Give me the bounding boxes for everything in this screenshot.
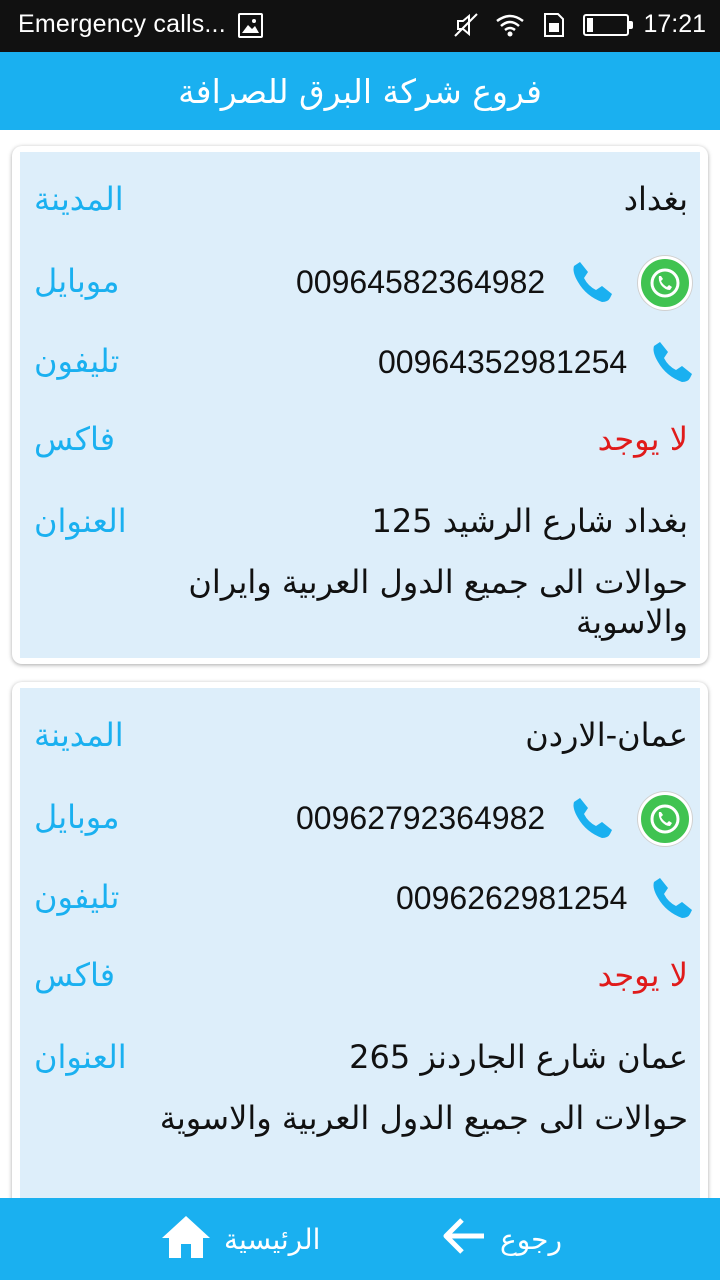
mobile-number[interactable]: 00964582364982 [296, 264, 545, 301]
phone-icon[interactable] [648, 874, 696, 922]
branch-card: المدينة بغداد موبايل 00964582364982 تليف… [12, 146, 708, 664]
phone-label: تليفون [34, 878, 120, 916]
phone-number[interactable]: 0096262981254 [396, 880, 627, 917]
phone-number[interactable]: 00964352981254 [378, 344, 627, 381]
branch-notes: حوالات الى جميع الدول العربية والاسوية [159, 1099, 688, 1137]
bottom-nav: رجوع الرئيسية [0, 1198, 720, 1280]
phone-label: تليفون [34, 342, 120, 380]
phone-icon[interactable] [648, 338, 696, 386]
page-title: فروع شركة البرق للصرافة [178, 71, 542, 111]
address-label: العنوان [34, 1038, 127, 1076]
fax-value: لا يوجد [597, 956, 688, 994]
status-time: 17:21 [643, 10, 706, 38]
branch-list[interactable]: المدينة بغداد موبايل 00964582364982 تليف… [0, 130, 720, 1198]
city-label: المدينة [34, 180, 124, 218]
arrow-left-icon [440, 1212, 488, 1267]
branch-notes: حوالات الى جميع الدول العربية وايران وال… [188, 563, 688, 641]
whatsapp-icon[interactable] [638, 792, 692, 846]
back-label: رجوع [500, 1223, 563, 1256]
phone-icon[interactable] [568, 258, 616, 306]
city-value: بغداد [623, 180, 688, 218]
phone-icon[interactable] [568, 794, 616, 842]
fax-label: فاكس [34, 956, 116, 994]
mobile-label: موبايل [34, 262, 120, 300]
mute-icon [451, 11, 481, 39]
back-button[interactable]: رجوع [440, 1212, 562, 1267]
fax-value: لا يوجد [597, 420, 688, 458]
fax-label: فاكس [34, 420, 116, 458]
home-label: الرئيسية [224, 1223, 321, 1256]
city-value: عمان-الاردن [525, 716, 688, 754]
address-label: العنوان [34, 502, 127, 540]
mobile-number[interactable]: 00962792364982 [296, 800, 545, 837]
battery-icon [583, 13, 634, 36]
gallery-icon [238, 13, 263, 38]
home-icon [160, 1212, 212, 1267]
status-icons: 17:21 [451, 10, 706, 39]
sim-icon [539, 11, 569, 39]
city-label: المدينة [34, 716, 124, 754]
address-value: عمان شارع الجاردنز 265 [349, 1038, 688, 1076]
whatsapp-icon[interactable] [638, 256, 692, 310]
address-value: بغداد شارع الرشيد 125 [371, 502, 688, 540]
app-bar: فروع شركة البرق للصرافة [0, 52, 720, 130]
wifi-icon [495, 11, 525, 39]
branch-card: المدينة عمان-الاردن موبايل 0096279236498… [12, 682, 708, 1198]
notification-text: Emergency calls... [18, 10, 226, 38]
battery-level [587, 17, 594, 32]
home-button[interactable]: الرئيسية [160, 1212, 320, 1267]
status-bar: Emergency calls... 17:21 [0, 0, 720, 52]
mobile-label: موبايل [34, 798, 120, 836]
